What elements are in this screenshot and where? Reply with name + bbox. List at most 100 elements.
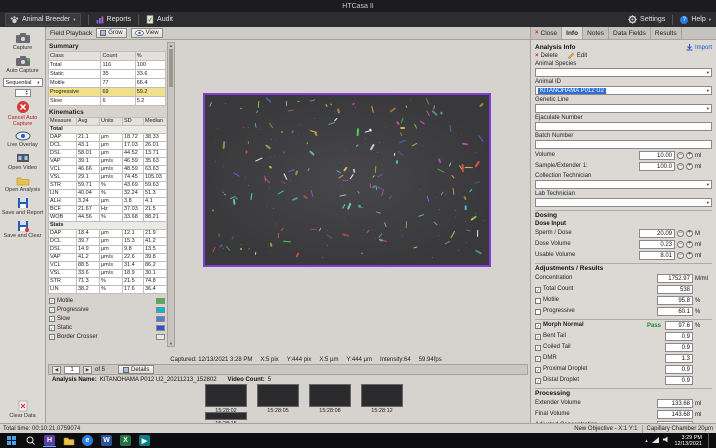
taskbar-clock[interactable]: 3:29 PM 12/13/2021 <box>674 435 702 447</box>
kinematics-row[interactable]: DCL39.7µm15.341.2 <box>49 238 167 246</box>
details-button[interactable]: Details <box>118 365 154 374</box>
clear-data-button[interactable]: Clear Data <box>1 400 45 419</box>
live-overlay-button[interactable]: Live Overlay <box>1 131 45 148</box>
scroll-up-icon[interactable]: ▲ <box>169 43 173 48</box>
scroll-down-icon[interactable]: ▼ <box>169 341 173 346</box>
grow-button[interactable]: Grow <box>96 28 126 38</box>
tab-info[interactable]: Info <box>562 27 583 39</box>
tray-expand-icon[interactable]: ▲ <box>645 438 649 443</box>
auto-capture-button[interactable]: Auto Capture <box>1 55 45 74</box>
dmr-checkbox[interactable]: ✓ <box>535 356 541 362</box>
extender-volume-input[interactable]: 133.68 <box>657 399 693 408</box>
kinematics-row[interactable]: VAP39.1µm/s46.5935.63 <box>49 158 167 166</box>
import-button[interactable]: Import <box>686 44 712 51</box>
animal-species-select[interactable]: ▾ <box>535 68 712 77</box>
video-thumbnail[interactable]: 15:28:08 <box>309 384 351 414</box>
minus-button[interactable]: − <box>677 252 684 259</box>
video-thumbnail-partial[interactable]: 15:28:15 <box>205 412 247 423</box>
minus-button[interactable]: − <box>677 230 684 237</box>
kinematics-row[interactable]: VCL88.5µm/s31.486.2 <box>49 262 167 270</box>
kinematics-row[interactable]: DCL43.1µm17.0326.01 <box>49 142 167 150</box>
save-and-clear-button[interactable]: Save and Clear <box>1 220 45 239</box>
total-count-checkbox[interactable]: ✓ <box>535 287 541 293</box>
legend-item[interactable]: ✓Motile <box>48 296 166 305</box>
kinematics-group-row[interactable]: Total <box>49 126 167 134</box>
legend-item[interactable]: ✓Static <box>48 323 166 332</box>
next-field-button[interactable]: ▶ <box>83 366 92 374</box>
current-field-input[interactable]: 1 <box>64 366 80 374</box>
taskbar-edge[interactable]: e <box>81 434 94 447</box>
final-volume-input[interactable]: 143.68 <box>657 410 693 419</box>
minus-button[interactable]: − <box>677 152 684 159</box>
kinematics-row[interactable]: DAP18.4µm12.121.9 <box>49 230 167 238</box>
legend-item[interactable]: ✓Border Crosser <box>48 332 166 341</box>
open-analysis-button[interactable]: Open Analysis <box>1 175 45 193</box>
minus-button[interactable]: − <box>677 163 684 170</box>
spinner-arrows-icon[interactable]: ▲▼ <box>25 90 28 97</box>
save-and-report-button[interactable]: Save and Report <box>1 197 45 216</box>
scrollbar-thumb[interactable] <box>169 49 173 87</box>
ejaculate-number-input[interactable] <box>535 122 712 131</box>
legend-checkbox[interactable]: ✓ <box>49 316 55 322</box>
taskbar-file-explorer[interactable] <box>62 434 75 447</box>
distal-droplet-input[interactable]: 0.9 <box>665 376 693 385</box>
progressive-input[interactable]: 60.1 <box>657 307 693 316</box>
plus-button[interactable]: + <box>686 152 693 159</box>
kinematics-row[interactable]: STR59.71%43.6959.63 <box>49 182 167 190</box>
taskbar-app-htcasa[interactable]: H <box>43 434 56 447</box>
plus-button[interactable]: + <box>686 252 693 259</box>
kinematics-row[interactable]: DAP21.1µm18.7238.33 <box>49 134 167 142</box>
menu-audit[interactable]: Audit <box>146 15 173 24</box>
volume-input[interactable]: 10.00 <box>639 151 675 160</box>
morph-normal-checkbox[interactable]: ✓ <box>535 323 541 329</box>
kinematics-row[interactable]: DSL14.9µm9.813.5 <box>49 246 167 254</box>
total-count-input[interactable]: 538 <box>657 285 693 294</box>
tab-data-fields[interactable]: Data Fields <box>609 27 651 39</box>
open-video-button[interactable]: Open Video <box>1 152 45 171</box>
proximal-droplet-input[interactable]: 0.9 <box>665 365 693 374</box>
legend-item[interactable]: ✓Slow <box>48 314 166 323</box>
lab-technician-select[interactable]: ▾ <box>535 198 712 207</box>
coiled-tail-checkbox[interactable]: ✓ <box>535 345 541 351</box>
genetic-line-select[interactable]: ▾ <box>535 104 712 113</box>
dmr-input[interactable]: 1.3 <box>665 354 693 363</box>
tab-results[interactable]: Results <box>651 27 682 39</box>
dose-volume-input[interactable]: 0.23 <box>639 240 675 249</box>
legend-checkbox[interactable]: ✓ <box>49 334 55 340</box>
summary-row[interactable]: Progressive6959.2 <box>49 88 166 97</box>
menu-animal-breeder[interactable]: Animal Breeder ▾ <box>5 13 81 26</box>
delete-button[interactable]: × Delete <box>535 52 558 59</box>
plus-button[interactable]: + <box>686 241 693 248</box>
volume-icon[interactable] <box>663 436 670 445</box>
taskbar-media-app[interactable]: ▶ <box>138 434 151 447</box>
menu-reports[interactable]: Reports <box>96 16 132 24</box>
show-desktop-button[interactable] <box>708 433 711 448</box>
close-tab[interactable]: × Close <box>531 27 562 39</box>
cancel-auto-capture-button[interactable]: Cancel Auto Capture <box>1 100 45 127</box>
kinematics-row[interactable]: LIN40.04%32.2451.3 <box>49 190 167 198</box>
summary-row[interactable]: Motile7766.4 <box>49 79 166 88</box>
kinematics-row[interactable]: DSL58.01µm44.5213.71 <box>49 150 167 158</box>
proximal-droplet-checkbox[interactable]: ✓ <box>535 367 541 373</box>
kinematics-row[interactable]: VCL46.66µm/s48.5963.63 <box>49 166 167 174</box>
motile-checkbox[interactable] <box>535 298 541 304</box>
kinematics-row[interactable]: WOB44.56%33.6888.21 <box>49 214 167 222</box>
kinematics-row[interactable]: BCF21.67Hz37.0321.5 <box>49 206 167 214</box>
concentration-input[interactable]: 1752.97 <box>657 274 693 283</box>
kinematics-row[interactable]: VSL33.6µm/s18.930.1 <box>49 270 167 278</box>
distal-droplet-checkbox[interactable]: ✓ <box>535 378 541 384</box>
video-thumbnail[interactable]: 15:28:05 <box>257 384 299 414</box>
motile-input[interactable]: 95.8 <box>657 296 693 305</box>
search-button[interactable] <box>24 434 37 447</box>
bent-tail-input[interactable]: 0.9 <box>665 332 693 341</box>
capture-button[interactable]: Capture <box>1 32 45 51</box>
kinematics-row[interactable]: VAP41.2µm/s22.639.8 <box>49 254 167 262</box>
sperm-dose-input[interactable]: 20.09 <box>639 229 675 238</box>
summary-row[interactable]: Total116100 <box>49 61 166 70</box>
taskbar-word[interactable]: W <box>100 434 113 447</box>
morph-normal-input[interactable]: 97.6 <box>665 321 693 330</box>
video-thumbnail[interactable]: 15:28:02 <box>205 384 247 414</box>
animal-id-select[interactable]: KITANOHAMA P012 U2 ▾ <box>535 86 712 95</box>
help-button[interactable]: ? Help ▾ <box>680 16 711 24</box>
summary-row[interactable]: Slow65.2 <box>49 97 166 106</box>
